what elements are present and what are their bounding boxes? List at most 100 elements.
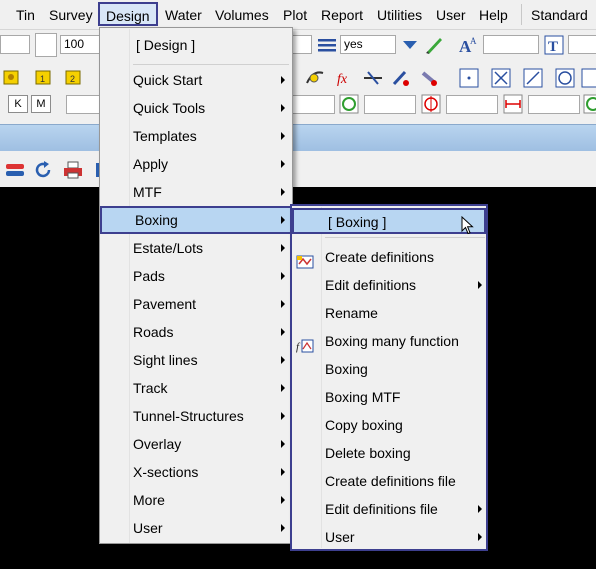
menu-item-label: Roads (133, 324, 174, 340)
snap-circle-icon[interactable] (554, 68, 576, 88)
design-menu-item-user[interactable]: User (100, 514, 292, 542)
menu-item-label: Overlay (133, 436, 182, 452)
value-field[interactable]: 100 (60, 35, 100, 54)
toolbar3-field-b[interactable] (291, 95, 335, 114)
submenu-arrow-icon (281, 412, 285, 420)
chevron-down-icon[interactable] (399, 35, 421, 55)
lines-icon[interactable] (316, 35, 338, 55)
text-size-field[interactable] (483, 35, 539, 54)
menu-tin[interactable]: Tin (16, 6, 35, 24)
design-menu-item-pavement[interactable]: Pavement (100, 290, 292, 318)
menu-separator (521, 4, 522, 25)
menu-design[interactable]: Design (98, 2, 158, 26)
boxing-menu-item-boxing[interactable]: Boxing (292, 355, 486, 383)
boxing-menu-item-create-definitions[interactable]: Create definitions (292, 243, 486, 271)
layer-icon[interactable] (0, 68, 22, 88)
menu-survey[interactable]: Survey (49, 6, 93, 24)
pen-icon[interactable] (423, 35, 445, 55)
menu-item-label: Boxing MTF (325, 389, 401, 405)
toolbar-field-b[interactable] (290, 35, 312, 54)
boxing-menu-item-edit-definitions[interactable]: Edit definitions (292, 271, 486, 299)
menu-item-label: Tunnel-Structures (133, 408, 244, 424)
swap-icon[interactable] (4, 160, 26, 180)
boxing-menu-item-create-definitions-file[interactable]: Create definitions file (292, 467, 486, 495)
text-icon[interactable]: T (543, 35, 565, 55)
menu-item-label: Track (133, 380, 168, 396)
layer-1-icon[interactable]: 1 (32, 68, 54, 88)
design-menu-item-tunnel-structures[interactable]: Tunnel-Structures (100, 402, 292, 430)
design-menu-item-sight-lines[interactable]: Sight lines (100, 346, 292, 374)
menu-bar: Tin Survey Design Water Volumes Plot Rep… (0, 0, 596, 30)
m-button[interactable]: M (31, 95, 51, 113)
pipe-icon[interactable] (418, 68, 440, 88)
printer-icon[interactable] (62, 160, 84, 180)
green-circle-icon[interactable] (338, 94, 360, 114)
toolbar3-field-a[interactable] (66, 95, 100, 114)
menu-item-label: Boxing (325, 361, 368, 377)
submenu-arrow-icon (281, 440, 285, 448)
svg-text:f: f (296, 341, 301, 353)
menu-user[interactable]: User (436, 6, 466, 24)
cross-string-icon[interactable] (362, 68, 384, 88)
design-menu-item-x-sections[interactable]: X-sections (100, 458, 292, 486)
toolbar3-field-c[interactable] (364, 95, 416, 114)
boxing-menu-item-boxing-many-function[interactable]: f Boxing many function (292, 327, 486, 355)
snap-line-icon[interactable] (522, 68, 544, 88)
menu-item-label: Apply (133, 156, 169, 172)
boxing-menu-item-copy-boxing[interactable]: Copy boxing (292, 411, 486, 439)
boxing-menu-item-edit-definitions-file[interactable]: Edit definitions file (292, 495, 486, 523)
design-menu-header[interactable]: [ Design ] (100, 31, 292, 59)
design-menu-item-track[interactable]: Track (100, 374, 292, 402)
boxing-menu-item-delete-boxing[interactable]: Delete boxing (292, 439, 486, 467)
snap-more-icon[interactable] (580, 68, 596, 88)
menu-utilities[interactable]: Utilities (377, 6, 422, 24)
submenu-arrow-icon (281, 244, 285, 252)
boxing-menu-item-boxing-mtf[interactable]: Boxing MTF (292, 383, 486, 411)
design-menu-item-templates[interactable]: Templates (100, 122, 292, 150)
submenu-arrow-icon (281, 272, 285, 280)
design-menu-item-overlay[interactable]: Overlay (100, 430, 292, 458)
edit-string-icon[interactable] (390, 68, 412, 88)
snap-intersect-icon[interactable] (490, 68, 512, 88)
submenu-arrow-icon (281, 328, 285, 336)
text-size-icon[interactable]: AA (457, 35, 479, 55)
function-icon[interactable]: fx (334, 68, 356, 88)
design-menu-item-quick-tools[interactable]: Quick Tools (100, 94, 292, 122)
measure-icon[interactable] (502, 94, 524, 114)
design-menu-item-estate-lots[interactable]: Estate/Lots (100, 234, 292, 262)
submenu-arrow-icon (281, 76, 285, 84)
menu-standard[interactable]: Standard (531, 6, 588, 24)
svg-text:2: 2 (70, 74, 75, 84)
design-menu-item-mtf[interactable]: MTF (100, 178, 292, 206)
yes-no-select[interactable]: yes (340, 35, 396, 54)
design-menu-item-quick-start[interactable]: Quick Start (100, 66, 292, 94)
menu-volumes[interactable]: Volumes (215, 6, 269, 24)
text-field[interactable] (568, 35, 596, 54)
menu-item-label: Create definitions (325, 249, 434, 265)
menu-help[interactable]: Help (479, 6, 508, 24)
menu-separator (325, 237, 485, 238)
menu-plot[interactable]: Plot (283, 6, 307, 24)
target-icon[interactable] (420, 94, 442, 114)
menu-water[interactable]: Water (165, 6, 202, 24)
k-button[interactable]: K (8, 95, 28, 113)
layer-2-icon[interactable]: 2 (62, 68, 84, 88)
design-menu-item-pads[interactable]: Pads (100, 262, 292, 290)
color-swatch[interactable] (35, 33, 57, 57)
menu-report[interactable]: Report (321, 6, 363, 24)
design-menu-item-more[interactable]: More (100, 486, 292, 514)
snap-point-icon[interactable] (458, 68, 480, 88)
toolbar3-field-d[interactable] (446, 95, 498, 114)
boxing-menu-item-user[interactable]: User (292, 523, 486, 551)
boxing-menu-header[interactable]: [ Boxing ] (292, 208, 486, 235)
toolbar-field-a[interactable] (0, 35, 30, 54)
refresh-icon[interactable] (32, 160, 54, 180)
design-menu-item-boxing[interactable]: Boxing (100, 206, 292, 234)
toolbar3-field-e[interactable] (528, 95, 580, 114)
svg-text:fx: fx (337, 72, 348, 87)
design-menu-item-apply[interactable]: Apply (100, 150, 292, 178)
string-icon[interactable] (304, 68, 326, 88)
green-circle-2-icon[interactable] (582, 94, 596, 114)
boxing-menu-item-rename[interactable]: Rename (292, 299, 486, 327)
design-menu-item-roads[interactable]: Roads (100, 318, 292, 346)
